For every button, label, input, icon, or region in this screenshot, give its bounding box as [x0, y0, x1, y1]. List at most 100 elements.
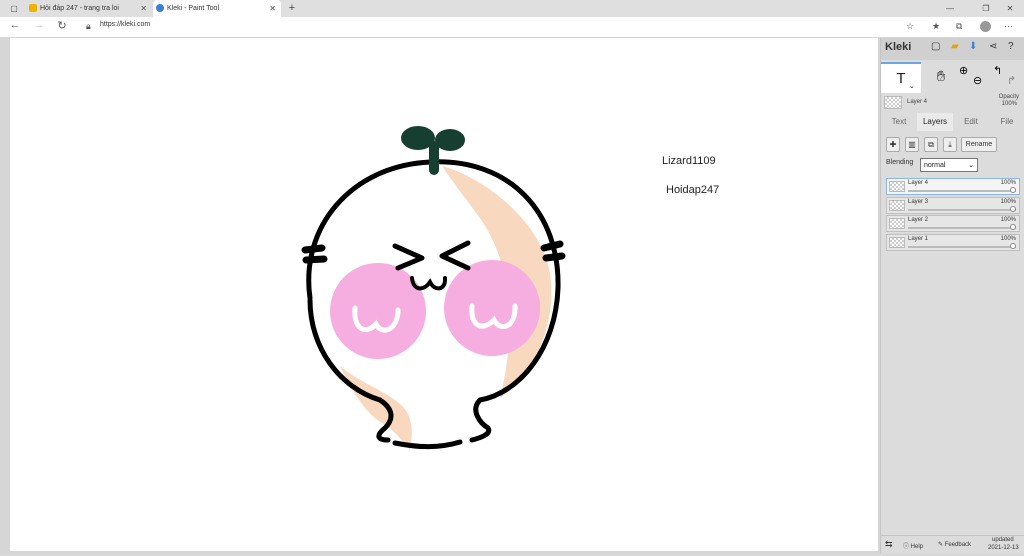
close-window-icon[interactable]: ✕: [998, 0, 1022, 17]
updated-date: 2021-12-13: [988, 545, 1019, 551]
layer-thumbnail: [889, 236, 905, 248]
new-image-icon[interactable]: ▢: [931, 41, 940, 52]
tab-text[interactable]: Text: [881, 113, 917, 131]
kleki-favicon-icon: [156, 4, 164, 12]
delete-layer-icon[interactable]: ▥: [905, 137, 919, 152]
help-button[interactable]: ⓘ Help: [903, 541, 923, 550]
address-bar: ← → ↻ 🔒︎ https://kleki.com ☆ ★ ⧉ ⋯: [0, 17, 1024, 38]
browser-tab-kleki[interactable]: Kleki - Paint Tool ✕: [153, 0, 281, 17]
layer-opacity-slider[interactable]: [908, 242, 1016, 249]
layer-opacity: 100%: [1000, 180, 1016, 186]
layer-thumbnail: [889, 199, 905, 211]
tool-row: T ⌄ ✋︎ ⊕ ⊖ ↰ ↱: [881, 62, 1024, 94]
lock-icon[interactable]: 🔒︎: [86, 21, 91, 32]
sprout-left-leaf: [401, 126, 435, 150]
favorites-icon[interactable]: ★: [932, 21, 940, 32]
close-tab-icon[interactable]: ✕: [140, 0, 147, 17]
layer-name: Layer 3: [908, 198, 929, 205]
open-folder-icon[interactable]: ▰: [951, 41, 959, 52]
pencil-icon: ✎: [938, 542, 945, 548]
feedback-label: Feedback: [944, 542, 972, 548]
layer-name: Layer 1: [908, 235, 929, 242]
updated-label: updated: [992, 537, 1014, 543]
right-cheek: [444, 260, 540, 356]
drawing-canvas[interactable]: Lizard1109 Hoidap247: [10, 38, 878, 551]
tab-actions-icon[interactable]: ▢: [2, 0, 26, 17]
url-field[interactable]: https://kleki.com: [100, 21, 150, 28]
current-layer-info: Layer 4 Opacity 100%: [881, 94, 1024, 112]
layer-row[interactable]: Layer 3 100%: [886, 196, 1020, 214]
left-shading: [340, 366, 412, 450]
tab-layers[interactable]: Layers: [917, 113, 953, 131]
layer-row[interactable]: Layer 2 100%: [886, 215, 1020, 232]
blending-value: normal: [924, 162, 946, 169]
add-layer-icon[interactable]: ✚: [886, 137, 900, 152]
redo-icon[interactable]: ↱: [1007, 74, 1016, 87]
help-icon[interactable]: ?: [1008, 41, 1014, 52]
back-icon[interactable]: ←: [8, 19, 22, 31]
undo-icon[interactable]: ↰: [993, 64, 1002, 77]
refresh-icon[interactable]: ↻: [55, 19, 69, 32]
tab-edit[interactable]: Edit: [953, 113, 989, 131]
collections-icon[interactable]: ⧉: [956, 21, 962, 32]
kleki-side-panel: Kleki ▢ ▰ ⬇ ⋖ ? T ⌄ ✋︎ ⊕ ⊖ ↰ ↱ Layer 4 Op…: [880, 38, 1024, 554]
hand-tool-icon[interactable]: ✋︎: [921, 62, 961, 93]
tab-file[interactable]: File: [989, 113, 1024, 131]
kleki-top-bar: Kleki ▢ ▰ ⬇ ⋖ ?: [881, 38, 1024, 60]
browser-tab-hoidap[interactable]: Hỏi đáp 247 - trang tra loi ✕: [26, 0, 152, 17]
help-circle-icon: ⓘ: [903, 544, 911, 550]
minimize-icon[interactable]: —: [938, 0, 962, 17]
canvas-text-site: Hoidap247: [666, 184, 720, 196]
slider-handle[interactable]: [1010, 242, 1016, 249]
duplicate-layer-icon[interactable]: ⧉: [924, 137, 938, 152]
kleki-logo: Kleki: [885, 41, 912, 53]
current-layer-thumbnail: [884, 96, 902, 109]
layer-name: Layer 2: [908, 217, 929, 223]
layer-opacity: 100%: [1000, 235, 1016, 242]
layer-opacity: 100%: [1000, 198, 1016, 205]
layer-row[interactable]: Layer 4 100%: [886, 178, 1020, 195]
new-tab-button[interactable]: +: [280, 0, 304, 17]
bottom-outline: [392, 439, 463, 450]
restore-icon[interactable]: ❐: [974, 0, 998, 17]
blending-select[interactable]: normal ⌄: [920, 158, 978, 172]
rename-button[interactable]: Rename: [961, 137, 997, 152]
left-arm: [301, 244, 328, 264]
swap-side-icon[interactable]: ⇆: [885, 539, 893, 550]
tab-title: Kleki - Paint Tool: [167, 5, 220, 12]
right-foot-outline: [469, 397, 492, 443]
layer-row[interactable]: Layer 1 100%: [886, 233, 1020, 251]
panel-tabs: Text Layers Edit File: [881, 113, 1024, 131]
opacity-label: Opacity: [998, 94, 1019, 100]
layer-name: Layer 4: [908, 180, 929, 186]
slider-handle[interactable]: [1010, 224, 1016, 230]
text-tool-button[interactable]: T ⌄: [881, 62, 921, 93]
close-tab-icon[interactable]: ✕: [269, 0, 276, 17]
more-icon[interactable]: ⋯: [1004, 21, 1013, 32]
layer-opacity-slider[interactable]: [908, 205, 1016, 212]
share-icon[interactable]: ⋖: [989, 41, 997, 52]
help-label: Help: [910, 544, 924, 550]
layer-thumbnail: [889, 218, 905, 229]
bottom-bar: ⇆ ⓘ Help ✎ Feedback updated 2021-12-13: [881, 535, 1024, 554]
forward-icon[interactable]: →: [32, 19, 46, 31]
slider-handle[interactable]: [1010, 187, 1016, 193]
slider-handle[interactable]: [1010, 205, 1016, 212]
layer-opacity-slider[interactable]: [908, 187, 1016, 193]
drawing: [301, 126, 566, 450]
current-layer-name: Layer 4: [907, 99, 928, 105]
profile-avatar[interactable]: [980, 21, 991, 32]
right-eye: [439, 240, 471, 271]
feedback-button[interactable]: ✎ Feedback: [938, 541, 971, 548]
tab-title: Hỏi đáp 247 - trang tra loi: [40, 5, 119, 12]
layer-opacity-slider[interactable]: [908, 224, 1016, 230]
hoidap-favicon-icon: [29, 4, 37, 12]
download-icon[interactable]: ⬇: [969, 41, 977, 52]
zoom-in-icon[interactable]: ⊕: [959, 64, 968, 77]
chevron-down-icon: ⌄: [968, 162, 974, 169]
merge-layer-icon[interactable]: ⤓: [943, 137, 957, 152]
zoom-out-icon[interactable]: ⊖: [973, 74, 982, 87]
add-favorite-icon[interactable]: ☆: [906, 21, 914, 32]
browser-tab-bar: ▢ Hỏi đáp 247 - trang tra loi ✕ Kleki - …: [0, 0, 1024, 17]
canvas-text-username: Lizard1109: [662, 155, 716, 167]
